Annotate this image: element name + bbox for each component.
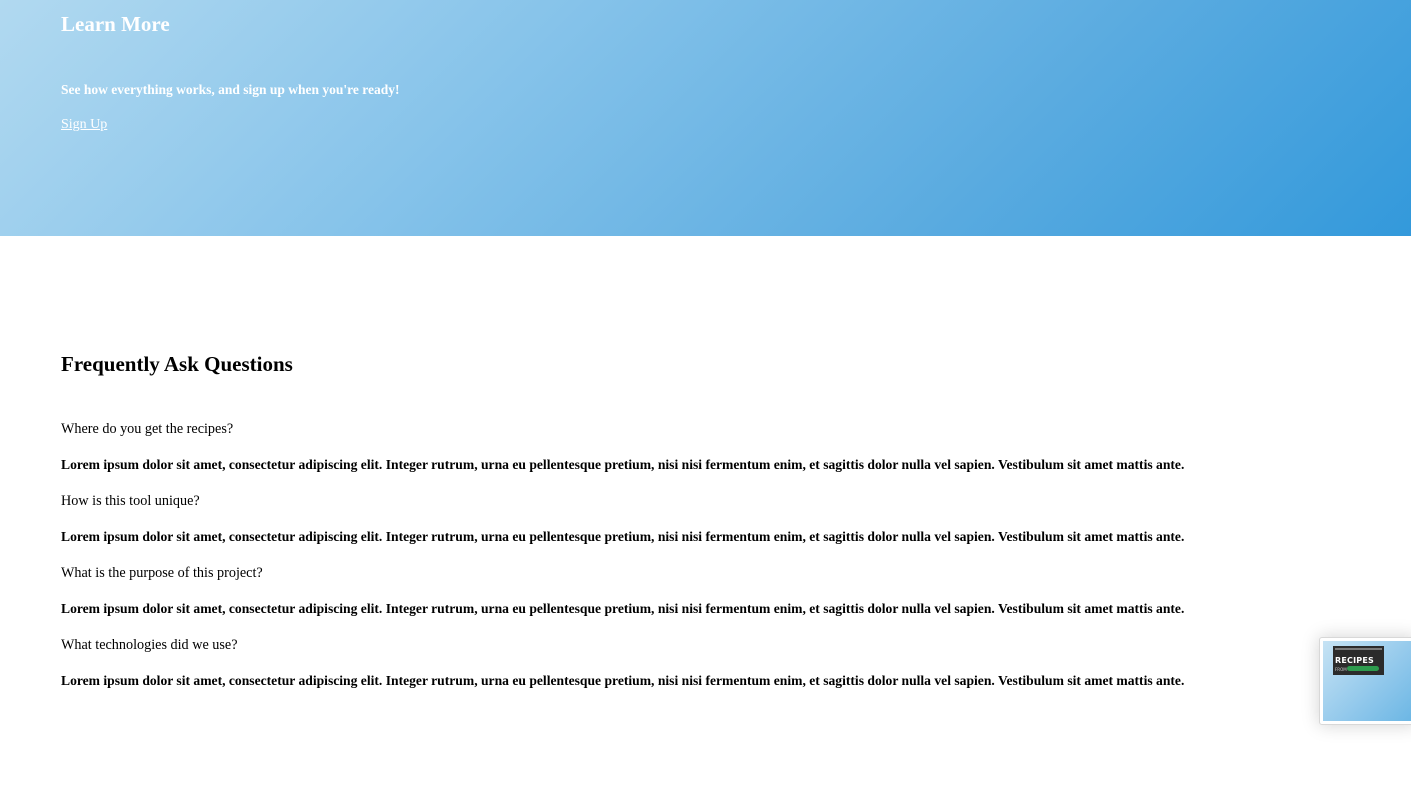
thumbnail-background: RECIPES FROM xyxy=(1323,641,1411,721)
faq-question: What technologies did we use? xyxy=(61,637,238,653)
thumbnail-header: RECIPES FROM xyxy=(1333,646,1384,675)
page-preview-thumbnail[interactable]: RECIPES FROM xyxy=(1319,637,1411,725)
faq-item: Where do you get the recipes? Lorem ipsu… xyxy=(61,419,1361,491)
faq-list: Where do you get the recipes? Lorem ipsu… xyxy=(61,419,1361,707)
faq-question: How is this tool unique? xyxy=(61,493,200,509)
thumbnail-logo-badge xyxy=(1347,666,1379,671)
thumbnail-from-label: FROM xyxy=(1335,667,1347,672)
faq-answer: Lorem ipsum dolor sit amet, consectetur … xyxy=(61,673,1185,688)
faq-title: Frequently Ask Questions xyxy=(61,352,293,376)
thumbnail-title: RECIPES xyxy=(1335,656,1374,665)
faq-answer: Lorem ipsum dolor sit amet, consectetur … xyxy=(61,457,1185,472)
faq-item: What technologies did we use? Lorem ipsu… xyxy=(61,635,1361,707)
faq-answer: Lorem ipsum dolor sit amet, consectetur … xyxy=(61,529,1185,544)
faq-question: What is the purpose of this project? xyxy=(61,565,263,581)
thumbnail-nav-bar xyxy=(1335,648,1382,650)
sign-up-link[interactable]: Sign Up xyxy=(61,117,107,133)
faq-item: How is this tool unique? Lorem ipsum dol… xyxy=(61,491,1361,563)
faq-question: Where do you get the recipes? xyxy=(61,421,234,437)
hero-subtitle: See how everything works, and sign up wh… xyxy=(61,82,400,97)
hero-title: Learn More xyxy=(61,12,170,36)
faq-answer: Lorem ipsum dolor sit amet, consectetur … xyxy=(61,601,1185,616)
learn-more-hero: Learn More See how everything works, and… xyxy=(0,0,1411,236)
faq-item: What is the purpose of this project? Lor… xyxy=(61,563,1361,635)
